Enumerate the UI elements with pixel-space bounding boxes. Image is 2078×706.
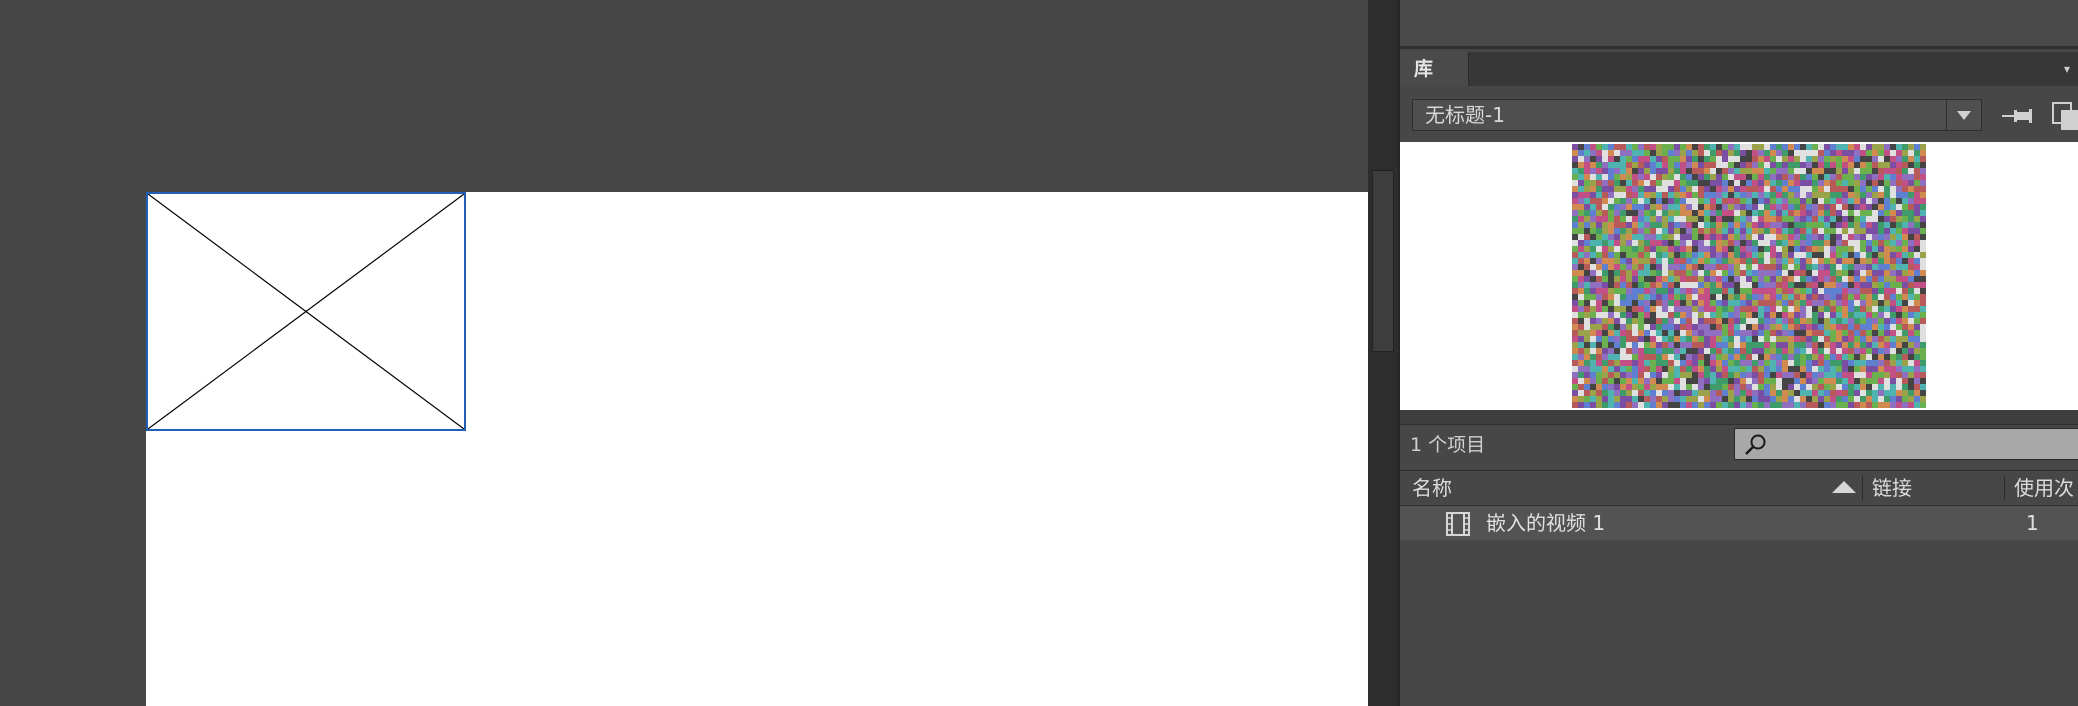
chevron-down-icon[interactable] <box>1946 100 1981 130</box>
tab-library[interactable]: 库 <box>1400 52 1468 86</box>
list-header: 名称 链接 使用次 <box>1400 470 2078 507</box>
stage-canvas[interactable] <box>146 192 1368 706</box>
panel-tab-bar: 库 ▾ <box>1400 52 2078 86</box>
library-panel: 库 ▾ 无标题-1 1 个项目 名称 链接 使用次 嵌入的视频 1 1 <box>1398 0 2078 706</box>
cross-placeholder-icon <box>148 194 464 429</box>
new-library-panel-icon[interactable] <box>2052 102 2078 130</box>
column-separator[interactable] <box>2004 476 2005 500</box>
search-icon <box>1745 434 1766 455</box>
search-input[interactable] <box>1734 428 2078 460</box>
sort-ascending-icon[interactable] <box>1832 481 1856 493</box>
column-separator[interactable] <box>1862 476 1863 500</box>
list-item-name: 嵌入的视频 1 <box>1486 511 1606 535</box>
stage-pasteboard[interactable] <box>0 0 1368 706</box>
column-header-linkage[interactable]: 链接 <box>1872 471 1912 505</box>
column-header-use-count[interactable]: 使用次 <box>2014 471 2074 505</box>
panel-top-strip <box>1400 0 2078 49</box>
film-icon <box>1446 512 1470 536</box>
scrollbar-thumb[interactable] <box>1372 170 1394 352</box>
item-count: 1 个项目 <box>1410 434 1486 456</box>
panel-menu-icon[interactable]: ▾ <box>2064 60 2078 78</box>
pin-icon[interactable] <box>2000 104 2034 128</box>
list-item[interactable]: 嵌入的视频 1 1 <box>1400 506 2078 540</box>
video-placeholder[interactable] <box>146 192 466 431</box>
preview-divider[interactable] <box>1400 410 2078 425</box>
item-preview <box>1400 142 2078 410</box>
column-header-name[interactable]: 名称 <box>1412 471 1452 505</box>
document-select-value: 无标题-1 <box>1425 103 1505 127</box>
list-item-use-count: 1 <box>2026 511 2039 535</box>
document-select[interactable]: 无标题-1 <box>1412 99 1982 131</box>
tab-bar-fill: ▾ <box>1468 52 2078 86</box>
vertical-scrollbar[interactable] <box>1368 0 1398 706</box>
video-noise-thumbnail <box>1572 144 1926 408</box>
